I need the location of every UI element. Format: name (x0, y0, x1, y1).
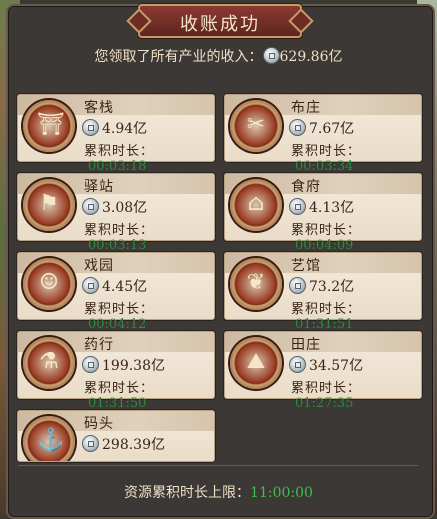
industry-name: 布庄 (291, 100, 321, 116)
industry-amount: 4.45亿 (102, 279, 148, 295)
dialog-title: 收账成功 (180, 14, 260, 35)
industry-amount: 34.57亿 (309, 358, 364, 374)
limit-label: 资源累积时长上限： (124, 485, 251, 501)
industry-amount: 298.39亿 (102, 437, 165, 453)
industry-time: 01:27:35 (295, 396, 354, 411)
silver-coin-icon (82, 356, 99, 373)
restaurant-icon: ⌂ (230, 179, 282, 231)
industry-card-theater[interactable]: ☺ 戏园 4.45亿 累积时长：00:04:12 (17, 252, 215, 332)
time-label: 累积时长： (84, 381, 155, 396)
dock-icon: ⚓ (23, 416, 75, 461)
cloth-shop-icon: ✂ (230, 100, 282, 152)
farm-icon: ⛰ (230, 337, 282, 389)
industry-card-farm[interactable]: ⛰ 田庄 34.57亿 累积时长：01:27:35 (224, 331, 422, 411)
industry-card-dock[interactable]: ⚓ 码头 298.39亿 (17, 410, 215, 462)
industry-card-inn[interactable]: ⛩ 客栈 4.94亿 累积时长：00:03:18 (17, 94, 215, 174)
silver-coin-icon (289, 119, 306, 136)
industry-card-pharmacy[interactable]: ⚗ 药行 199.38亿 累积时长：01:31:50 (17, 331, 215, 411)
industry-card-cloth-shop[interactable]: ✂ 布庄 7.67亿 累积时长：00:03:34 (224, 94, 422, 174)
pharmacy-icon: ⚗ (23, 337, 75, 389)
industry-amount: 3.08亿 (102, 200, 148, 216)
time-label: 累积时长： (84, 144, 155, 159)
industry-name: 码头 (84, 416, 114, 432)
time-label: 累积时长： (84, 223, 155, 238)
industry-name: 田庄 (291, 337, 321, 353)
time-label: 累积时长： (291, 223, 362, 238)
silver-coin-icon (82, 198, 99, 215)
silver-coin-icon (289, 356, 306, 373)
industry-card-restaurant[interactable]: ⌂ 食府 4.13亿 累积时长：00:04:09 (224, 173, 422, 253)
silver-coin-icon (289, 277, 306, 294)
art-hall-icon: ❦ (230, 258, 282, 310)
industry-name: 药行 (84, 337, 114, 353)
industry-amount: 7.67亿 (309, 121, 355, 137)
industry-name: 驿站 (84, 179, 114, 195)
industry-time: 00:04:12 (88, 317, 147, 332)
summary-amount: 629.86亿 (279, 49, 343, 65)
post-station-icon: ⚑ (23, 179, 75, 231)
industry-name: 戏园 (84, 258, 114, 274)
industry-name: 客栈 (84, 100, 114, 116)
accumulation-limit: 资源累积时长上限：11:00:00 (0, 482, 437, 502)
silver-coin-icon (82, 119, 99, 136)
industry-card-art-hall[interactable]: ❦ 艺馆 73.2亿 累积时长：01:31:51 (224, 252, 422, 332)
industry-time: 00:03:13 (88, 238, 147, 253)
industry-amount: 73.2亿 (309, 279, 355, 295)
theater-icon: ☺ (23, 258, 75, 310)
industry-time: 01:31:50 (88, 396, 147, 411)
industry-name: 食府 (291, 179, 321, 195)
industry-card-post-station[interactable]: ⚑ 驿站 3.08亿 累积时长：00:03:13 (17, 173, 215, 253)
time-label: 累积时长： (291, 381, 362, 396)
inn-icon: ⛩ (23, 100, 75, 152)
industry-amount: 199.38亿 (102, 358, 165, 374)
industry-amount: 4.13亿 (309, 200, 355, 216)
footer-divider (18, 465, 418, 466)
industry-time: 00:03:34 (295, 159, 354, 174)
silver-coin-icon (262, 47, 280, 64)
silver-coin-icon (82, 435, 99, 452)
silver-coin-icon (82, 277, 99, 294)
limit-time: 11:00:00 (250, 485, 313, 501)
summary-text: 您领取了所有产业的收入： (94, 49, 263, 65)
time-label: 累积时长： (291, 144, 362, 159)
time-label: 累积时长： (84, 302, 155, 317)
dialog-title-plate: 收账成功 (138, 4, 302, 38)
industry-time: 00:03:18 (88, 159, 147, 174)
industry-time: 00:04:09 (295, 238, 354, 253)
industry-amount: 4.94亿 (102, 121, 148, 137)
time-label: 累积时长： (291, 302, 362, 317)
industry-name: 艺馆 (291, 258, 321, 274)
silver-coin-icon (289, 198, 306, 215)
industry-time: 01:31:51 (295, 317, 354, 332)
income-summary: 您领取了所有产业的收入： 629.86亿 (0, 46, 437, 66)
